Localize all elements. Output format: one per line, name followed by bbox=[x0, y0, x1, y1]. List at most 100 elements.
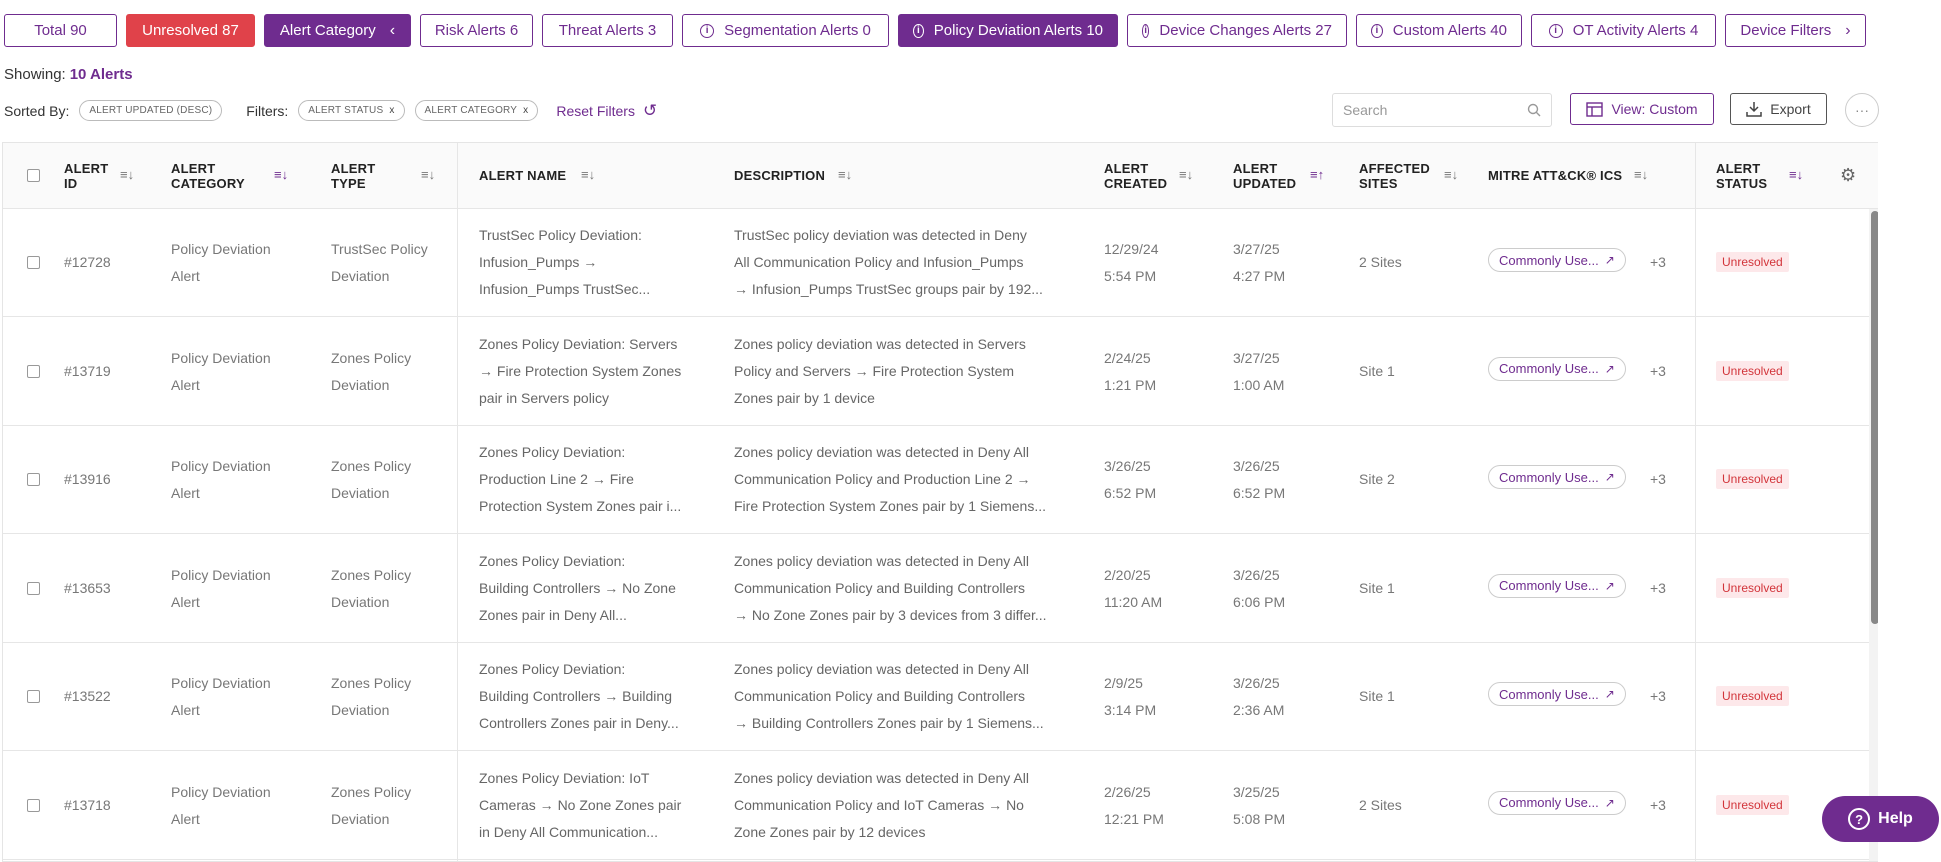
sort-desc-icon[interactable]: ≡↑ bbox=[1310, 167, 1324, 182]
header-alert-type[interactable]: ALERT TYPE bbox=[331, 161, 375, 191]
filter-sort-icon[interactable]: ≡↓ bbox=[1789, 167, 1803, 182]
alert-updated: 3/26/25 6:52 PM bbox=[1233, 453, 1285, 507]
alert-updated-line: 3/27/25 bbox=[1233, 241, 1280, 257]
alert-created-line: 2/9/25 bbox=[1104, 675, 1143, 691]
export-button[interactable]: Export bbox=[1730, 93, 1827, 125]
alert-type-line: Zones Policy bbox=[331, 458, 412, 474]
row-checkbox[interactable] bbox=[27, 473, 40, 486]
tab-risk-alerts[interactable]: Risk Alerts 6 bbox=[420, 14, 533, 47]
affected-sites-line: Site 1 bbox=[1359, 579, 1395, 596]
sort-icon[interactable]: ≡↓ bbox=[1444, 167, 1458, 182]
select-all-checkbox[interactable] bbox=[27, 169, 40, 182]
table-row[interactable]: #13718 Policy Deviation Alert Zones Policy D… bbox=[3, 752, 1869, 860]
table-row[interactable]: #13522 Policy Deviation Alert Zones Policy D… bbox=[3, 643, 1869, 751]
search-input[interactable]: Search bbox=[1332, 93, 1552, 127]
mitre-tag[interactable]: Commonly Use... ↗ bbox=[1488, 248, 1626, 272]
sort-icon[interactable]: ≡↓ bbox=[1634, 167, 1648, 182]
remove-icon[interactable]: x bbox=[523, 105, 528, 116]
tab-custom-alerts[interactable]: i Custom Alerts 40 bbox=[1356, 14, 1522, 47]
mitre-tag[interactable]: Commonly Use... ↗ bbox=[1488, 573, 1626, 598]
help-button[interactable]: ? Help bbox=[1822, 796, 1939, 842]
view-custom-button[interactable]: View: Custom bbox=[1570, 93, 1714, 125]
mitre-more-count[interactable]: +3 bbox=[1650, 688, 1666, 704]
filter-chip-alert-category[interactable]: ALERT CATEGORY x bbox=[414, 100, 539, 121]
affected-sites: Site 1 bbox=[1359, 575, 1395, 602]
alert-description-line: Policy and Servers → Fire Protection Sys… bbox=[734, 362, 1015, 379]
alert-name-line: Zones Policy Deviation: bbox=[479, 661, 626, 677]
alert-type-line: Deviation bbox=[331, 810, 390, 827]
tab-policy-deviation-alerts[interactable]: i Policy Deviation Alerts 10 bbox=[898, 14, 1118, 47]
row-checkbox[interactable] bbox=[27, 798, 40, 812]
table-row[interactable]: #13916 Policy Deviation Alert Zones Policy D… bbox=[3, 426, 1869, 534]
alert-name-line: in Deny All Communication... bbox=[479, 823, 658, 840]
mitre-tag[interactable]: Commonly Use... ↗ bbox=[1488, 465, 1626, 489]
tab-segmentation-alerts[interactable]: i Segmentation Alerts 0 bbox=[682, 14, 889, 47]
mitre-more-count[interactable]: +3 bbox=[1650, 363, 1666, 379]
tab-device-filters[interactable]: Device Filters › bbox=[1725, 14, 1866, 47]
alert-type-line: Deviation bbox=[331, 376, 390, 393]
mitre-tag-label: Commonly Use... bbox=[1499, 578, 1599, 593]
table-row[interactable]: #13719 Policy Deviation Alert Zones Policy D… bbox=[3, 318, 1869, 426]
alert-category-line: Alert bbox=[171, 376, 200, 393]
header-alert-updated[interactable]: ALERT UPDATED bbox=[1233, 161, 1296, 191]
mitre-more-count[interactable]: +3 bbox=[1650, 580, 1666, 596]
mitre-tag[interactable]: Commonly Use... ↗ bbox=[1488, 682, 1626, 706]
header-alert-created[interactable]: ALERT CREATED bbox=[1104, 161, 1167, 191]
tab-unresolved[interactable]: Unresolved 87 bbox=[126, 14, 255, 47]
tab-threat-alerts[interactable]: Threat Alerts 3 bbox=[542, 14, 673, 47]
row-checkbox[interactable] bbox=[27, 256, 40, 269]
sort-icon[interactable]: ≡↓ bbox=[581, 167, 595, 182]
info-icon: i bbox=[1371, 23, 1383, 38]
filter-chip-alert-status[interactable]: ALERT STATUS x bbox=[298, 100, 405, 121]
header-alert-status[interactable]: ALERT STATUS bbox=[1716, 161, 1767, 191]
mitre-more-count[interactable]: +3 bbox=[1650, 254, 1666, 270]
alert-created-line: 2/24/25 bbox=[1104, 349, 1151, 366]
sort-icon[interactable]: ≡↓ bbox=[838, 167, 852, 182]
external-link-icon: ↗ bbox=[1604, 361, 1615, 376]
alert-type-line: Deviation bbox=[331, 593, 390, 610]
reset-filters-button[interactable]: Reset Filters ↺ bbox=[556, 101, 657, 121]
sort-icon[interactable]: ≡↓ bbox=[1179, 167, 1193, 182]
row-checkbox[interactable] bbox=[27, 364, 40, 378]
tab-ot-activity-alerts[interactable]: i OT Activity Alerts 4 bbox=[1531, 14, 1716, 47]
external-link-icon: ↗ bbox=[1604, 578, 1615, 593]
alerts-table: ALERT ID ≡↓ ALERT CATEGORY ≡↓ ALERT TYPE ≡↓… bbox=[2, 142, 1878, 862]
header-alert-id[interactable]: ALERT ID bbox=[64, 161, 108, 191]
mitre-more-count[interactable]: +3 bbox=[1650, 471, 1666, 487]
mitre-more-count[interactable]: +3 bbox=[1650, 797, 1666, 813]
alert-name-line: Infusion_Pumps TrustSec... bbox=[479, 281, 651, 297]
scrollbar-thumb[interactable] bbox=[1871, 211, 1878, 624]
alert-created: 12/29/24 5:54 PM bbox=[1104, 236, 1159, 290]
info-icon: i bbox=[700, 23, 715, 38]
sort-icon[interactable]: ≡↓ bbox=[120, 167, 134, 182]
row-checkbox[interactable] bbox=[27, 581, 40, 595]
tab-alert-category[interactable]: Alert Category ‹ bbox=[264, 14, 411, 47]
alert-type-line: Zones Policy bbox=[331, 783, 412, 800]
filter-sort-icon[interactable]: ≡↓ bbox=[274, 167, 288, 182]
alert-category-line: Policy Deviation bbox=[171, 675, 271, 691]
header-description[interactable]: DESCRIPTION bbox=[734, 168, 825, 183]
alert-type: Zones Policy Deviation bbox=[331, 670, 411, 724]
header-mitre[interactable]: MITRE ATT&CK® ICS bbox=[1488, 168, 1622, 183]
table-row[interactable]: #12728 Policy Deviation Alert TrustSec Poli… bbox=[3, 209, 1869, 317]
mitre-tag[interactable]: Commonly Use... ↗ bbox=[1488, 790, 1626, 815]
mitre-tag[interactable]: Commonly Use... ↗ bbox=[1488, 356, 1626, 381]
more-options-icon[interactable]: ··· bbox=[1845, 93, 1879, 127]
gear-icon[interactable]: ⚙ bbox=[1840, 165, 1856, 186]
alert-updated: 3/26/25 2:36 AM bbox=[1233, 670, 1284, 724]
remove-icon[interactable]: x bbox=[389, 105, 394, 116]
mitre-tag-label: Commonly Use... bbox=[1499, 361, 1599, 376]
header-affected-sites[interactable]: AFFECTED SITES bbox=[1359, 161, 1430, 191]
tab-total[interactable]: Total 90 bbox=[4, 14, 117, 47]
sort-chip[interactable]: ALERT UPDATED (DESC) bbox=[79, 100, 223, 121]
header-alert-category[interactable]: ALERT CATEGORY bbox=[171, 161, 245, 191]
sort-icon[interactable]: ≡↓ bbox=[421, 167, 435, 182]
header-alert-name[interactable]: ALERT NAME bbox=[479, 168, 566, 183]
table-row[interactable]: #13653 Policy Deviation Alert Zones Policy D… bbox=[3, 535, 1869, 643]
sort-filter-bar: Sorted By: ALERT UPDATED (DESC) Filters:… bbox=[4, 100, 658, 121]
row-checkbox[interactable] bbox=[27, 690, 40, 703]
alert-category: Policy Deviation Alert bbox=[171, 345, 271, 399]
affected-sites-line: Site 1 bbox=[1359, 362, 1395, 379]
tab-device-changes-alerts[interactable]: i Device Changes Alerts 27 bbox=[1127, 14, 1347, 47]
alert-updated-line: 3/26/25 bbox=[1233, 566, 1280, 583]
